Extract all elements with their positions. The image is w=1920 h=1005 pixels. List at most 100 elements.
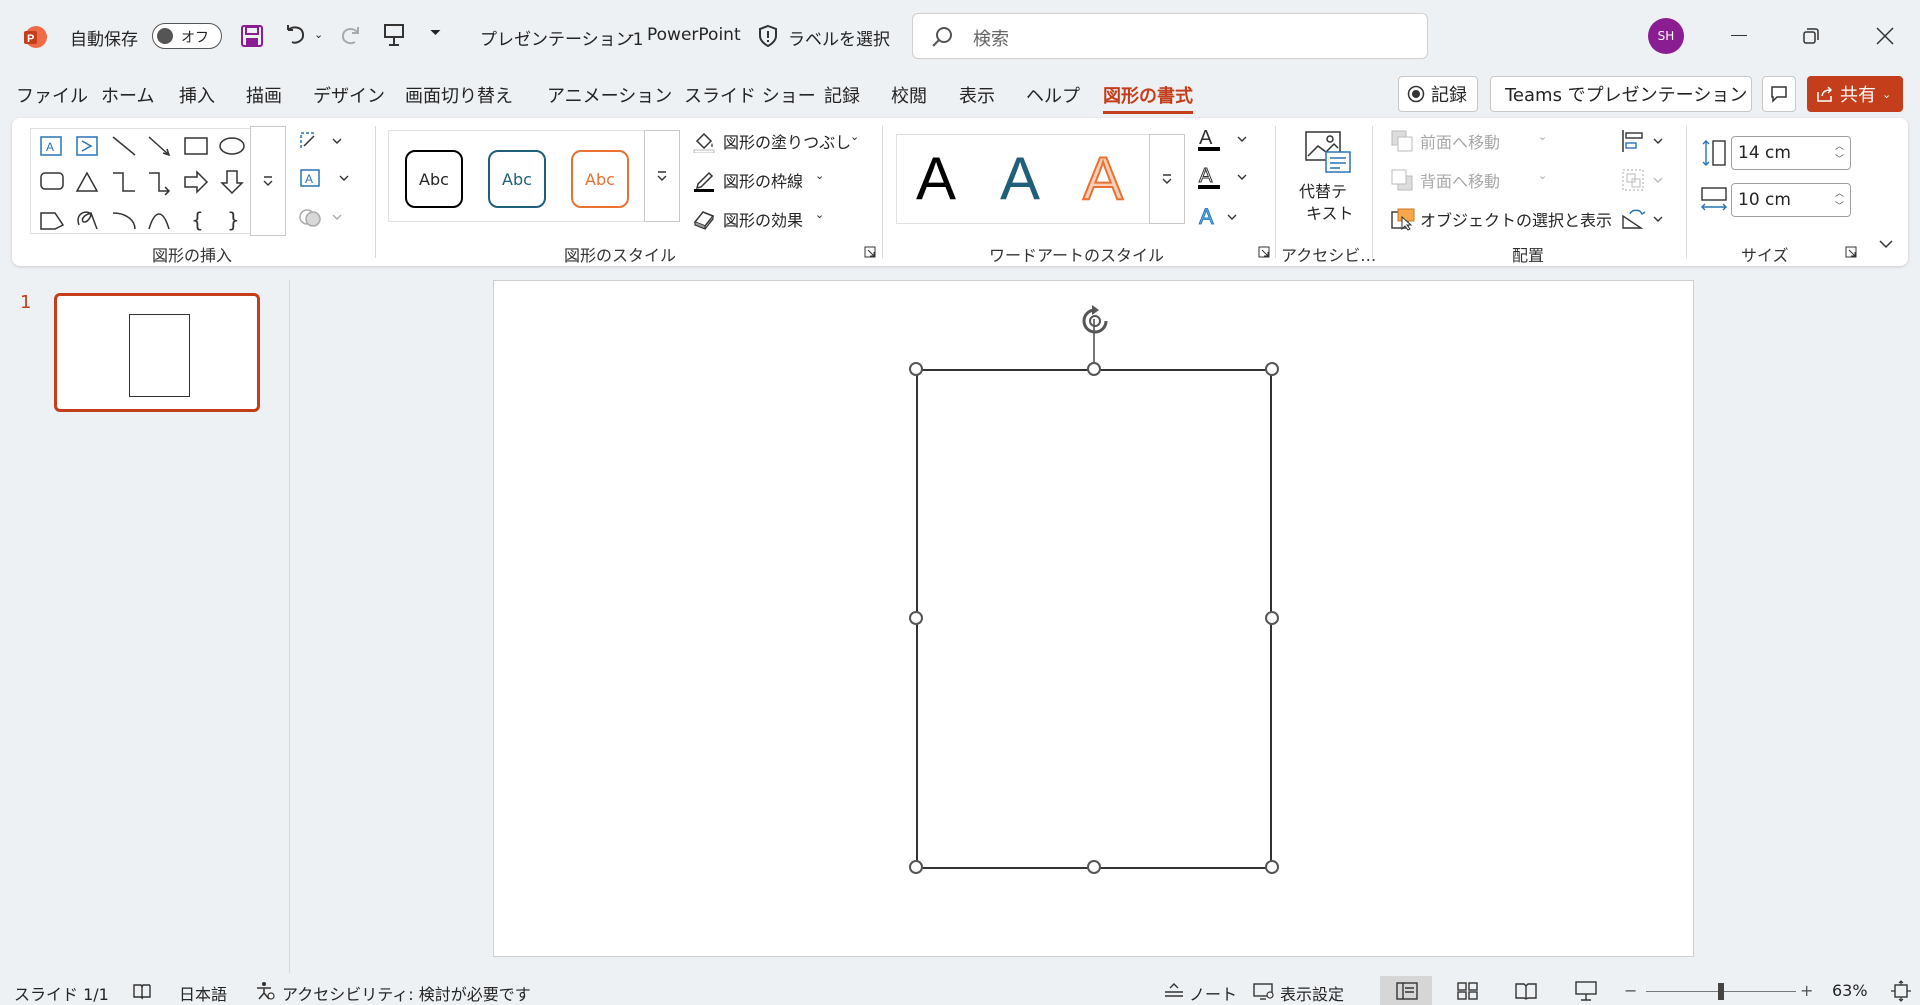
alt-text-button[interactable]: 代替テ キスト	[1296, 130, 1356, 226]
reading-view-icon[interactable]	[1514, 982, 1538, 1000]
comments-button[interactable]	[1762, 76, 1796, 112]
spin-down-icon[interactable]: ﹀	[1835, 152, 1844, 165]
zoom-level[interactable]: 63%	[1832, 981, 1868, 1000]
shield-icon[interactable]	[758, 24, 778, 48]
dialog-launcher-icon[interactable]	[864, 246, 876, 258]
slide-canvas[interactable]	[493, 280, 1694, 957]
chevron-down-icon: ⌄	[1538, 130, 1548, 143]
shape-width-input[interactable]: 10 cm ︿ ﹀	[1731, 183, 1851, 217]
text-outline-icon[interactable]: A	[1196, 164, 1252, 190]
wordart-style-orange[interactable]: A	[1082, 144, 1124, 214]
zoom-slider-thumb[interactable]	[1718, 983, 1724, 1000]
search-box[interactable]: 検索	[912, 13, 1428, 59]
shape-outline-button[interactable]: 図形の枠線 ⌄	[692, 167, 832, 193]
zoom-slider[interactable]	[1646, 983, 1796, 1000]
tab-file[interactable]: ファイル	[16, 82, 88, 108]
text-box-icon[interactable]: A	[298, 167, 354, 189]
normal-view-button[interactable]	[1380, 976, 1432, 1005]
wordart-style-blue[interactable]: A	[1000, 144, 1040, 214]
tab-insert[interactable]: 挿入	[179, 82, 215, 108]
text-fill-icon[interactable]: A	[1196, 126, 1252, 152]
resize-handle-left[interactable]	[909, 611, 923, 625]
autosave-toggle[interactable]: オフ	[152, 23, 222, 49]
align-icon[interactable]	[1620, 128, 1666, 154]
edit-shape-icon[interactable]	[298, 130, 344, 152]
slide-thumbnail[interactable]	[54, 293, 260, 412]
tab-animations[interactable]: アニメーション	[547, 82, 672, 108]
shape-style-dark[interactable]: Abc	[405, 150, 463, 208]
resize-handle-right[interactable]	[1265, 611, 1279, 625]
rotate-icon[interactable]	[1620, 206, 1666, 232]
resize-handle-bottom-right[interactable]	[1265, 860, 1279, 874]
spin-up-icon[interactable]: ︿	[1835, 186, 1844, 199]
save-icon[interactable]	[240, 24, 264, 48]
tab-draw[interactable]: 描画	[246, 82, 282, 108]
resize-handle-top-left[interactable]	[909, 362, 923, 376]
accessibility-icon[interactable]	[254, 981, 276, 1001]
undo-icon[interactable]	[282, 22, 308, 48]
resize-handle-bottom[interactable]	[1087, 860, 1101, 874]
collapse-ribbon-icon[interactable]	[1878, 238, 1894, 250]
spin-down-icon[interactable]: ﹀	[1835, 199, 1844, 212]
group-label-wordart-styles: ワードアートのスタイル	[989, 246, 1165, 265]
wordart-more-button[interactable]	[1149, 134, 1185, 224]
shape-fill-button[interactable]: 図形の塗りつぶし ⌄	[692, 128, 866, 154]
shape-effects-button[interactable]: 図形の効果 ⌄	[692, 206, 832, 232]
slide-sorter-icon[interactable]	[1456, 982, 1480, 1000]
spin-up-icon[interactable]: ︿	[1835, 139, 1844, 152]
dialog-launcher-icon[interactable]	[1845, 246, 1857, 258]
chevron-down-icon: ⌄	[815, 169, 825, 182]
display-settings-icon[interactable]	[1252, 982, 1276, 1000]
resize-handle-bottom-left[interactable]	[909, 860, 923, 874]
gallery-more-icon	[1162, 174, 1172, 184]
selection-pane-button[interactable]: オブジェクトの選択と表示	[1390, 206, 1612, 232]
notes-icon[interactable]	[1163, 982, 1185, 1000]
tab-transitions[interactable]: 画面切り替え	[405, 82, 513, 108]
resize-handle-top[interactable]	[1087, 362, 1101, 376]
shape-style-blue[interactable]: Abc	[488, 150, 546, 208]
restore-icon[interactable]	[1803, 28, 1819, 44]
accessibility-status[interactable]: アクセシビリティ: 検討が必要です	[282, 981, 531, 1005]
tab-help[interactable]: ヘルプ	[1026, 82, 1080, 108]
tab-record[interactable]: 記録	[824, 82, 860, 108]
notes-button[interactable]: ノート	[1189, 981, 1237, 1005]
share-button[interactable]: 共有 ⌄	[1807, 76, 1903, 112]
zoom-in-button[interactable]: +	[1800, 981, 1813, 1000]
wordart-style-black[interactable]: A	[916, 144, 956, 214]
tab-review[interactable]: 校閲	[891, 82, 927, 108]
slide-counter[interactable]: スライド 1/1	[14, 981, 109, 1005]
zoom-out-button[interactable]: −	[1624, 981, 1637, 1000]
spell-check-icon[interactable]	[132, 982, 152, 1000]
tab-view[interactable]: 表示	[959, 82, 995, 108]
shape-gallery-more-button[interactable]	[250, 126, 286, 236]
shape-style-orange[interactable]: Abc	[571, 150, 629, 208]
share-dropdown-icon: ⌄	[1882, 87, 1892, 101]
language-indicator[interactable]: 日本語	[179, 981, 227, 1005]
fit-to-window-icon[interactable]	[1890, 980, 1912, 1002]
tab-design[interactable]: デザイン	[313, 82, 385, 108]
slideshow-view-icon[interactable]	[1574, 980, 1598, 1002]
shape-height-input[interactable]: 14 cm ︿ ﹀	[1731, 136, 1851, 170]
customize-quick-access-icon[interactable]: ⏷	[430, 25, 441, 41]
close-icon[interactable]	[1876, 27, 1894, 45]
minimize-icon[interactable]	[1731, 35, 1747, 36]
text-effects-icon[interactable]: A	[1196, 204, 1246, 230]
rotate-handle-icon[interactable]	[1078, 304, 1112, 338]
shape-style-more-button[interactable]	[644, 130, 680, 222]
present-in-teams-button[interactable]: T Teams でプレゼンテーション	[1490, 76, 1752, 112]
present-from-start-icon[interactable]	[382, 22, 406, 48]
dialog-launcher-icon[interactable]	[1258, 246, 1270, 258]
rectangle-shape[interactable]	[916, 369, 1272, 869]
tab-home[interactable]: ホーム	[101, 82, 154, 108]
svg-text:A: A	[1199, 204, 1214, 229]
undo-dropdown-icon[interactable]: ⌄	[314, 28, 323, 41]
resize-handle-top-right[interactable]	[1265, 362, 1279, 376]
tab-slideshow[interactable]: スライド ショー	[684, 82, 816, 108]
record-button[interactable]: 記録	[1398, 76, 1478, 112]
tab-shape-format[interactable]: 図形の書式	[1103, 82, 1193, 114]
redo-icon[interactable]	[338, 22, 364, 48]
avatar[interactable]: SH	[1648, 18, 1684, 54]
sensitivity-label-button[interactable]: ラベルを選択	[788, 25, 890, 50]
shape-gallery: A { }	[30, 128, 286, 234]
display-settings-button[interactable]: 表示設定	[1280, 981, 1344, 1005]
